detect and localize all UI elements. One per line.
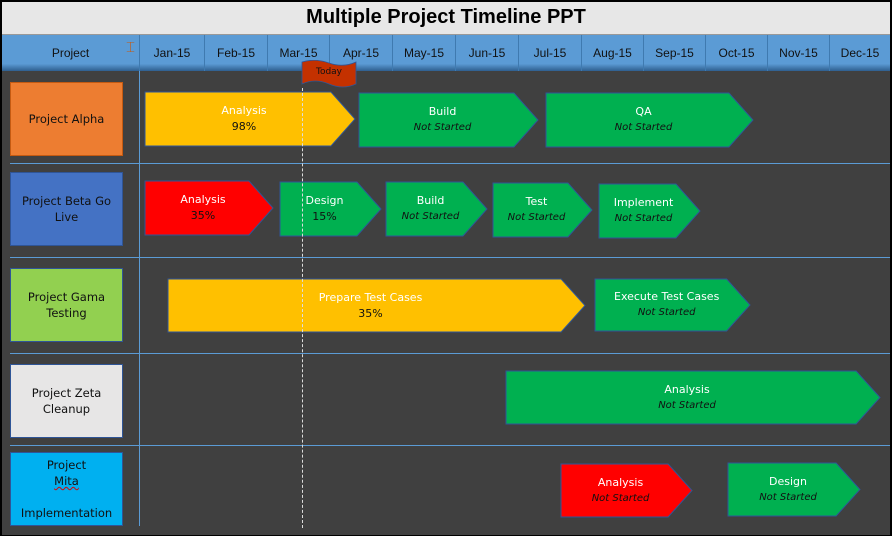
- task-status: Not Started: [413, 122, 472, 133]
- month-header: Dec-15: [840, 46, 880, 60]
- month-header: Jul-15: [519, 35, 582, 71]
- task-status: Not Started: [614, 213, 673, 224]
- row-divider: [10, 445, 890, 446]
- task-status: Not Started: [591, 492, 650, 504]
- task-status: Not Started: [614, 122, 673, 133]
- month-header: Aug-15: [582, 35, 644, 71]
- today-label: Today: [315, 67, 343, 77]
- task-name: Test: [525, 195, 548, 208]
- task-name: Analysis: [664, 382, 710, 396]
- project-column-divider: [139, 71, 140, 526]
- task-status: Not Started: [637, 307, 696, 318]
- task-name: Design: [305, 194, 344, 207]
- task-chevron[interactable]: QA Not Started: [545, 92, 754, 148]
- task-chevron[interactable]: Analysis Not Started: [560, 463, 693, 518]
- task-name: Implement: [613, 196, 674, 209]
- month-header: Feb-15: [205, 35, 268, 71]
- task-name: Design: [769, 474, 808, 488]
- task-name: Prepare Test Cases: [318, 290, 423, 304]
- month-header: Nov-15: [768, 35, 830, 71]
- project-label-gama[interactable]: Project Gama Testing: [10, 268, 123, 342]
- task-chevron[interactable]: Prepare Test Cases 35%: [167, 278, 586, 333]
- task-name: Execute Test Cases: [614, 290, 720, 303]
- today-flag-icon: Today: [301, 59, 357, 88]
- task-name: Build: [416, 194, 445, 207]
- task-status: Not Started: [401, 211, 460, 222]
- row-divider: [10, 163, 890, 164]
- task-chevron[interactable]: Analysis Not Started: [505, 370, 881, 425]
- project-label-alpha[interactable]: Project Alpha: [10, 82, 123, 156]
- task-status: Not Started: [759, 491, 817, 503]
- timeline-header: Project ⌶ Jan-15 Feb-15 Mar-15 Apr-15 Ma…: [2, 35, 890, 71]
- task-status: 15%: [312, 210, 337, 223]
- task-chevron[interactable]: Build Not Started: [358, 92, 539, 148]
- task-name: Analysis: [597, 475, 644, 489]
- task-status: Not Started: [507, 212, 566, 223]
- task-status: 35%: [358, 306, 383, 320]
- title-bar: Multiple Project Timeline PPT: [2, 2, 890, 35]
- task-chevron[interactable]: Implement Not Started: [598, 183, 701, 239]
- task-chevron[interactable]: Analysis 98%: [144, 91, 356, 147]
- task-status: 35%: [190, 209, 216, 222]
- task-chevron[interactable]: Execute Test Cases Not Started: [594, 278, 751, 332]
- row-divider: [10, 257, 890, 258]
- row-divider: [10, 353, 890, 354]
- today-line: [302, 88, 303, 528]
- task-name: QA: [635, 105, 652, 118]
- task-chevron[interactable]: Test Not Started: [492, 182, 593, 238]
- month-header: Jan-15: [140, 35, 205, 71]
- project-column-header: Project: [2, 35, 140, 71]
- task-name: Analysis: [221, 104, 267, 117]
- task-chevron[interactable]: Build Not Started: [385, 181, 488, 237]
- month-header: Oct-15: [706, 35, 768, 71]
- slide-frame: Multiple Project Timeline PPT Project ⌶ …: [1, 1, 891, 536]
- task-name: Analysis: [180, 193, 226, 206]
- text-cursor-icon: ⌶: [126, 39, 136, 56]
- task-status: Not Started: [658, 399, 716, 411]
- project-label-zeta[interactable]: Project Zeta Cleanup: [10, 364, 123, 438]
- task-name: Build: [428, 105, 457, 118]
- slide-title: Multiple Project Timeline PPT: [306, 6, 586, 28]
- month-header: Jun-15: [456, 35, 519, 71]
- month-header: May-15: [393, 35, 456, 71]
- task-chevron[interactable]: Analysis 35%: [144, 180, 274, 236]
- task-status: 98%: [231, 120, 257, 133]
- task-chevron[interactable]: Design Not Started: [727, 462, 861, 517]
- month-header: Sep-15: [644, 35, 706, 71]
- project-label-beta[interactable]: Project Beta Go Live: [10, 172, 123, 246]
- task-chevron[interactable]: Design 15%: [279, 181, 382, 237]
- project-label-mita[interactable]: Project Mita Implementation: [10, 452, 123, 526]
